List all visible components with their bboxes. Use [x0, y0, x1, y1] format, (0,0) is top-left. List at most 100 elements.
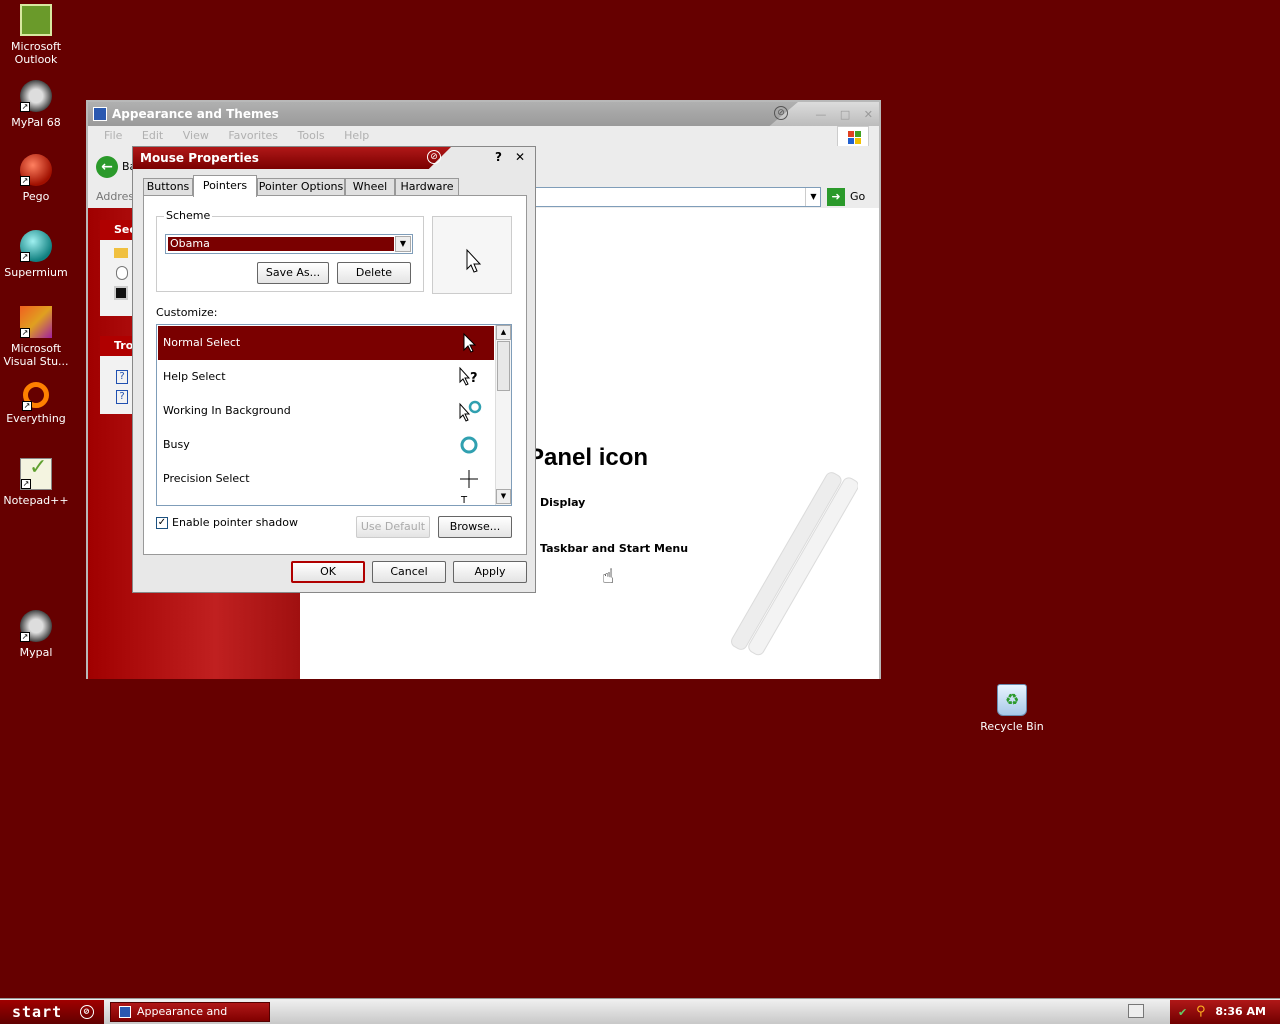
browse-button[interactable]: Browse...: [438, 516, 512, 538]
display-icon[interactable]: [114, 286, 128, 300]
busy-cursor-icon: [460, 436, 478, 454]
use-default-button[interactable]: Use Default: [356, 516, 430, 538]
explorer-title-bar[interactable]: Appearance and Themes ⊘ — □ ✕: [88, 102, 879, 126]
minimize-button[interactable]: —: [815, 108, 826, 121]
recycle-bin-icon: ♻: [997, 684, 1027, 716]
search-icon[interactable]: ⚲: [1196, 1004, 1206, 1019]
taskbar-item-appearance[interactable]: Appearance and Themes: [110, 1002, 270, 1024]
menu-file[interactable]: File: [104, 129, 122, 142]
cursor-preview: [432, 216, 512, 294]
list-item[interactable]: Help Select ?: [158, 360, 494, 394]
scheme-value: Obama: [168, 237, 394, 251]
close-button[interactable]: ✕: [515, 150, 525, 164]
taskbar-item-label: Appearance and Themes: [137, 1005, 228, 1024]
delete-button[interactable]: Delete: [337, 262, 411, 284]
desktop-icon-notepadpp[interactable]: ✓ ↗ Notepad++: [0, 457, 72, 508]
tab-pointer-options[interactable]: Pointer Options: [257, 178, 345, 196]
tab-hardware[interactable]: Hardware: [395, 178, 459, 196]
arrow-cursor-icon: [466, 248, 482, 273]
menu-tools[interactable]: Tools: [298, 129, 325, 142]
arrow-cursor-icon: [463, 332, 477, 353]
pointers-tab-panel: Scheme Obama ▼ Save As... Delete Customi…: [143, 195, 527, 555]
enable-shadow-label: Enable pointer shadow: [172, 516, 298, 529]
clock[interactable]: 8:36 AM: [1215, 1005, 1266, 1018]
paintbrush-watermark-icon: [731, 472, 858, 656]
help-button[interactable]: ?: [495, 150, 502, 164]
menu-favorites[interactable]: Favorites: [228, 129, 278, 142]
menu-help[interactable]: Help: [344, 129, 369, 142]
keyboard-icon[interactable]: [1128, 1004, 1144, 1018]
apply-button[interactable]: Apply: [453, 561, 527, 583]
theme-logo-icon: ⊘: [80, 1005, 94, 1019]
desktop-icon-mypal[interactable]: ↗ Mypal: [0, 610, 72, 659]
chevron-down-icon[interactable]: ▼: [395, 236, 411, 252]
back-arrow-icon[interactable]: ←: [96, 156, 118, 178]
dialog-title-bar[interactable]: Mouse Properties ⊘ ? ✕: [133, 147, 535, 169]
tab-pointers[interactable]: Pointers: [193, 175, 257, 197]
cancel-button[interactable]: Cancel: [372, 561, 446, 583]
crosshair-cursor-icon: [460, 470, 478, 488]
folder-icon[interactable]: [114, 248, 128, 258]
menu-view[interactable]: View: [183, 129, 209, 142]
desktop-icon-outlook[interactable]: Microsoft Outlook: [0, 4, 72, 66]
raccoon-icon: ↗: [20, 80, 52, 112]
network-icon[interactable]: ✔: [1178, 1006, 1190, 1019]
address-input[interactable]: [528, 187, 821, 207]
desktop-icon-label: Notepad++: [3, 494, 69, 507]
help-icon[interactable]: ?: [116, 390, 128, 404]
desktop-icon-label: Everything: [6, 412, 66, 425]
start-label: start: [12, 1003, 63, 1021]
desktop-icon-mypal68[interactable]: ↗ MyPal 68: [0, 80, 72, 129]
chevron-down-icon[interactable]: ▼: [805, 188, 821, 206]
list-item[interactable]: Normal Select: [158, 326, 494, 360]
pointer-name: Normal Select: [163, 336, 241, 349]
mouse-properties-dialog: Mouse Properties ⊘ ? ✕ Buttons Pointers …: [132, 146, 536, 593]
maximize-button[interactable]: □: [840, 108, 850, 121]
save-as-button[interactable]: Save As...: [257, 262, 329, 284]
checkbox-check-icon[interactable]: ✓: [156, 517, 168, 529]
list-item[interactable]: Precision Select: [158, 462, 494, 496]
scroll-thumb[interactable]: [497, 341, 510, 391]
desktop-icon-everything[interactable]: ↗ Everything: [0, 382, 72, 425]
help-icon[interactable]: ?: [116, 370, 128, 384]
desktop-icon-recycle-bin[interactable]: ♻ Recycle Bin: [976, 684, 1048, 733]
menu-edit[interactable]: Edit: [142, 129, 163, 142]
desktop-icon-label: Mypal: [19, 646, 53, 659]
enable-pointer-shadow-checkbox[interactable]: ✓ Enable pointer shadow: [156, 516, 298, 529]
pointer-name: Help Select: [163, 370, 226, 383]
desktop-icon-label: Recycle Bin: [980, 720, 1044, 733]
desktop-icon-supermium[interactable]: ↗ Supermium: [0, 230, 72, 279]
chevron-down-icon[interactable]: ▼: [496, 489, 511, 504]
desktop-icon-pego[interactable]: ↗ Pego: [0, 154, 72, 203]
control-panel-icon: [119, 1006, 131, 1018]
scheme-group: Scheme Obama ▼ Save As... Delete: [156, 209, 424, 292]
mouse-icon[interactable]: [116, 266, 128, 280]
desktop-icon-label: MyPal 68: [11, 116, 61, 129]
windows-logo-icon: [837, 126, 869, 148]
display-link[interactable]: Display: [540, 496, 585, 509]
go-button[interactable]: Go: [850, 190, 865, 203]
desktop-icon-visual-studio[interactable]: ↗ Microsoft Visual Stu...: [0, 306, 72, 368]
working-cursor-icon: [459, 400, 482, 422]
list-item[interactable]: Working In Background: [158, 394, 494, 428]
hand-cursor-icon: ☝: [602, 564, 615, 588]
globe-icon: ↗: [20, 230, 52, 262]
desktop-icon-label: Microsoft Visual Stu...: [3, 342, 69, 368]
desktop-icon-label: Microsoft Outlook: [10, 40, 62, 66]
taskbar-start-menu-link[interactable]: Taskbar and Start Menu: [540, 542, 688, 555]
pointer-name: Busy: [163, 438, 190, 451]
system-tray: ✔ ⚲ 8:36 AM: [1170, 1000, 1280, 1024]
tab-buttons[interactable]: Buttons: [143, 178, 193, 196]
ok-button[interactable]: OK: [291, 561, 365, 583]
notepadpp-icon: ✓ ↗: [20, 457, 52, 490]
tab-wheel[interactable]: Wheel: [345, 178, 395, 196]
chevron-up-icon[interactable]: ▲: [496, 325, 511, 340]
start-button[interactable]: start ⊘: [0, 1000, 104, 1024]
go-arrow-icon[interactable]: ➜: [827, 188, 845, 206]
outlook-icon: [20, 4, 52, 36]
close-button[interactable]: ✕: [864, 108, 873, 121]
list-scrollbar[interactable]: ▲ ▼: [495, 325, 511, 505]
scheme-select[interactable]: Obama ▼: [165, 234, 413, 254]
list-item[interactable]: Busy: [158, 428, 494, 462]
scheme-legend: Scheme: [164, 209, 213, 222]
